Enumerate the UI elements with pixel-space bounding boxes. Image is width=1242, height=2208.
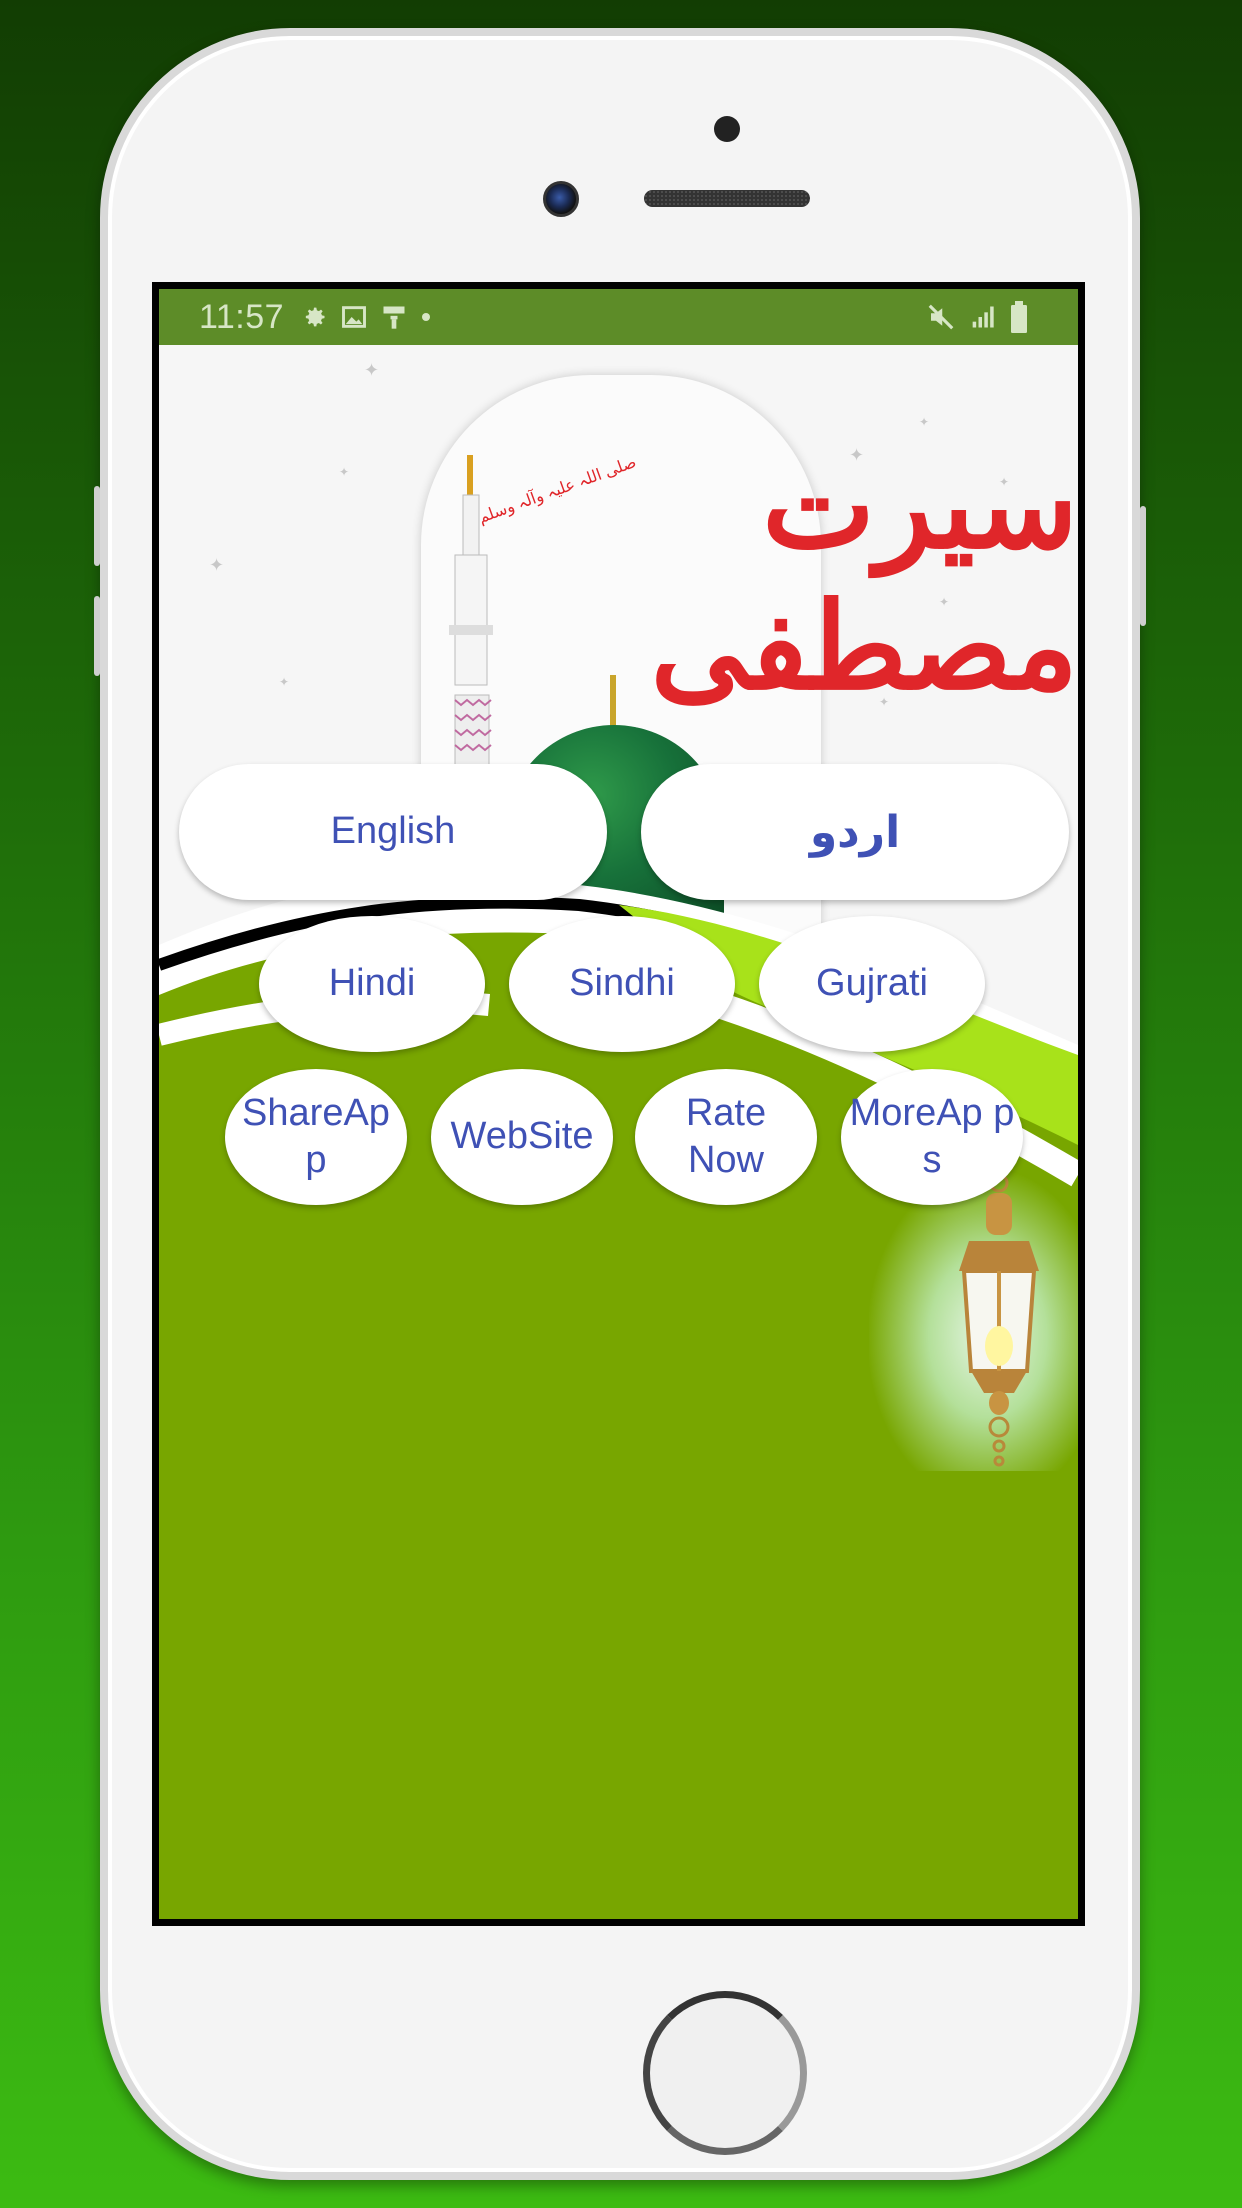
gujrati-button[interactable]: Gujrati [759,916,985,1052]
hindi-button[interactable]: Hindi [259,916,485,1052]
lantern-illustration [869,1171,1078,1471]
website-button[interactable]: WebSite [431,1069,613,1205]
share-app-button[interactable]: ShareAp p [225,1069,407,1205]
english-button[interactable]: English [179,764,607,900]
status-time: 11:57 [199,297,285,336]
power-button [1140,506,1146,626]
hindi-button-label: Hindi [328,962,416,1005]
dot-icon [420,311,432,323]
sindhi-button[interactable]: Sindhi [509,916,735,1052]
rate-now-button-label: Rate Now [685,1091,767,1182]
app-screen: ✦ ✦ ✦ ✦ ✦ ✦ ✦ ✦ ✦ ✦ ✦ ✦ [159,289,1078,1919]
rate-now-button[interactable]: Rate Now [635,1069,817,1205]
phone-screen: ✦ ✦ ✦ ✦ ✦ ✦ ✦ ✦ ✦ ✦ ✦ ✦ [152,282,1085,1926]
sindhi-button-label: Sindhi [569,962,675,1005]
mute-icon [926,302,956,332]
status-bar: 11:57 [159,289,1078,345]
lantern-icon [959,1173,1039,1467]
website-button-label: WebSite [450,1115,594,1158]
signal-icon [968,303,996,331]
settings-icon [300,303,328,331]
volume-button [94,596,100,676]
battery-icon [1008,301,1030,333]
proximity-sensor [714,116,740,142]
more-apps-button-label: MoreAp ps [849,1091,1015,1182]
urdu-button-label: اردو [809,806,901,858]
front-camera [543,181,579,217]
image-icon [340,303,368,331]
volume-button [94,486,100,566]
urdu-button[interactable]: اردو [641,764,1069,900]
gujrati-button-label: Gujrati [816,962,928,1005]
english-button-label: English [330,810,456,853]
more-apps-button[interactable]: MoreAp ps [841,1069,1023,1205]
earpiece-speaker [644,190,810,207]
paint-roller-icon [380,303,408,331]
share-app-button-label: ShareAp p [242,1091,390,1182]
home-button[interactable] [643,1991,807,2155]
